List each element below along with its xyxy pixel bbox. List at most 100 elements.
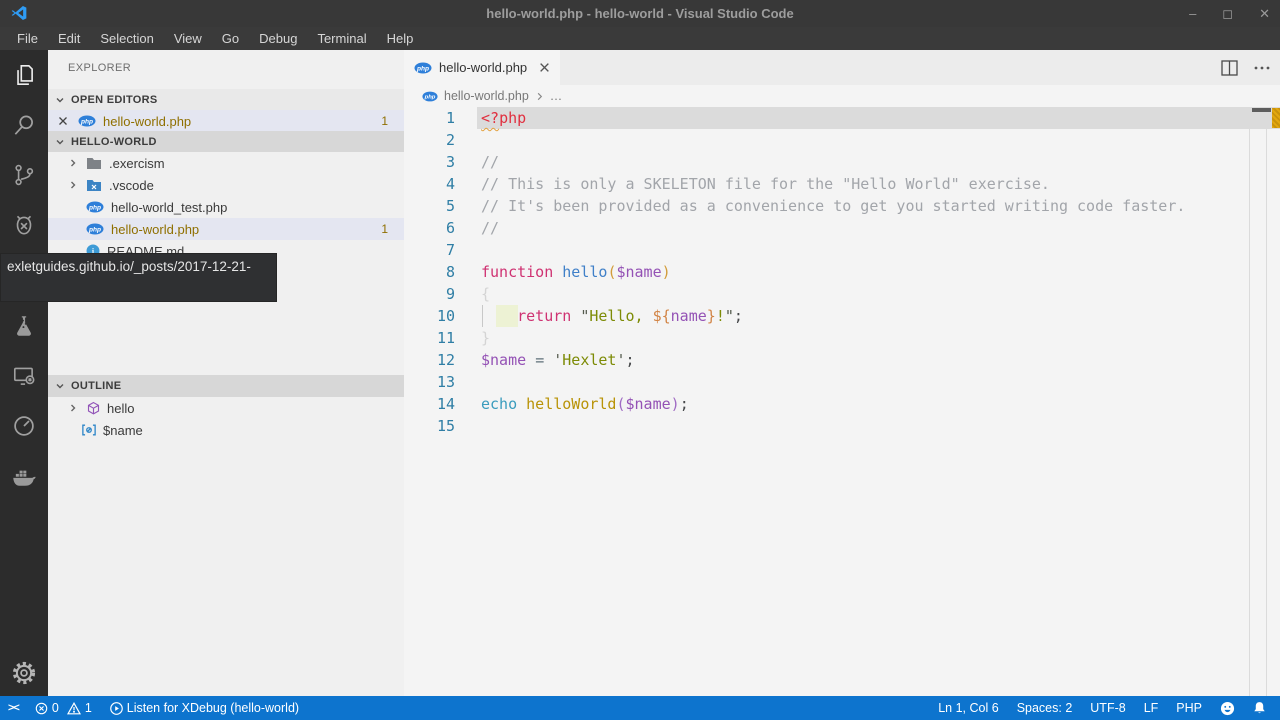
line-number: 9 (404, 283, 455, 305)
open-editor-item[interactable]: php hello-world.php 1 (48, 110, 404, 132)
vscode-window: hello-world.php - hello-world - Visual S… (0, 0, 1280, 720)
line-number: 11 (404, 327, 455, 349)
php-file-icon: php (422, 91, 438, 102)
split-editor-icon[interactable] (1221, 60, 1238, 76)
breadcrumb-file[interactable]: hello-world.php (444, 89, 529, 103)
menu-help[interactable]: Help (377, 27, 424, 50)
code-line[interactable]: 11} (404, 327, 1280, 349)
tab-bar: php hello-world.php (404, 50, 1280, 85)
path-tooltip: exletguides.github.io/_posts/2017-12-21- (0, 253, 277, 302)
code-line[interactable]: 9{ (404, 283, 1280, 305)
search-icon[interactable] (0, 101, 48, 149)
close-icon[interactable] (58, 116, 68, 126)
overview-cursor-marker (1252, 108, 1271, 112)
notifications-bell-icon[interactable] (1253, 701, 1266, 715)
menu-debug[interactable]: Debug (249, 27, 307, 50)
feedback-smiley-icon[interactable] (1220, 701, 1235, 716)
explorer-sidebar: EXPLORER OPEN EDITORS php hello-world.ph… (48, 50, 404, 696)
outline-item-name-var[interactable]: $name (48, 419, 404, 441)
code-line[interactable]: 15 (404, 415, 1280, 437)
code-line[interactable]: 12$name = 'Hexlet'; (404, 349, 1280, 371)
tree-item-vscode[interactable]: .vscode (48, 174, 404, 196)
breadcrumb[interactable]: php hello-world.php … (404, 85, 1280, 107)
code-line[interactable]: 8function hello($name) (404, 261, 1280, 283)
explorer-icon[interactable] (0, 51, 48, 99)
remote-indicator-icon[interactable]: >< (8, 702, 19, 714)
line-number: 6 (404, 217, 455, 239)
overview-warning-marker (1272, 108, 1280, 128)
code-line[interactable]: 2 (404, 129, 1280, 151)
tree-item-label: hello-world.php (111, 222, 199, 237)
code-line[interactable]: 4// This is only a SKELETON file for the… (404, 173, 1280, 195)
menu-terminal[interactable]: Terminal (307, 27, 376, 50)
code-text: // (481, 151, 499, 173)
problems-warnings[interactable]: 1 (67, 701, 92, 715)
dial-icon[interactable] (0, 402, 48, 450)
code-line[interactable]: 7 (404, 239, 1280, 261)
menu-selection[interactable]: Selection (90, 27, 163, 50)
tree-item-exercism[interactable]: .exercism (48, 152, 404, 174)
folder-section-header[interactable]: HELLO-WORLD (48, 131, 404, 152)
outline-item-hello[interactable]: hello (48, 397, 404, 419)
remote-explorer-icon[interactable] (0, 352, 48, 400)
activity-bar (0, 50, 48, 696)
tree-item-hello-world-php[interactable]: php hello-world.php 1 (48, 218, 404, 240)
menu-view[interactable]: View (164, 27, 212, 50)
menu-edit[interactable]: Edit (48, 27, 90, 50)
line-number: 5 (404, 195, 455, 217)
encoding[interactable]: UTF-8 (1090, 701, 1125, 715)
tree-item-test-php[interactable]: php hello-world_test.php (48, 196, 404, 218)
debug-icon[interactable] (0, 201, 48, 249)
menu-file[interactable]: File (7, 27, 48, 50)
tab-hello-world-php[interactable]: php hello-world.php (404, 50, 560, 85)
code-text: <?php (481, 107, 526, 129)
window-title: hello-world.php - hello-world - Visual S… (486, 6, 793, 21)
line-number: 14 (404, 393, 455, 415)
indentation[interactable]: Spaces: 2 (1017, 701, 1073, 715)
open-editors-header[interactable]: OPEN EDITORS (48, 89, 404, 110)
line-number: 2 (404, 129, 455, 151)
vertical-ruler (1249, 107, 1250, 696)
chevron-down-icon (55, 95, 65, 105)
language-mode[interactable]: PHP (1176, 701, 1202, 715)
docker-icon[interactable] (0, 452, 48, 500)
minimize-button[interactable]: – (1189, 7, 1196, 20)
menu-go[interactable]: Go (212, 27, 249, 50)
close-button[interactable]: ✕ (1259, 7, 1270, 20)
vertical-ruler (1266, 107, 1267, 696)
php-file-icon: php (78, 115, 96, 127)
code-line[interactable]: 3 // (404, 151, 1280, 173)
folder-icon (86, 157, 102, 170)
line-number: 13 (404, 371, 455, 393)
cursor-position[interactable]: Ln 1, Col 6 (938, 701, 998, 715)
svg-text:php: php (416, 65, 429, 72)
source-control-icon[interactable] (0, 151, 48, 199)
code-line[interactable]: 10 return "Hello, ${name}!"; (404, 305, 1280, 327)
settings-gear-icon[interactable] (0, 649, 48, 697)
php-file-icon: php (86, 201, 104, 213)
svg-text:php: php (88, 226, 101, 233)
chevron-right-icon (68, 403, 78, 413)
tab-label: hello-world.php (439, 60, 527, 75)
current-line-highlight (477, 107, 1280, 129)
sidebar-title: EXPLORER (68, 62, 131, 74)
status-bar: >< 0 1 Listen for XDebug (hello-world) L… (0, 696, 1280, 720)
test-explorer-icon[interactable] (0, 302, 48, 350)
code-line[interactable]: 6// (404, 217, 1280, 239)
outline-header[interactable]: OUTLINE (48, 375, 404, 397)
line-number: 3 (404, 151, 455, 173)
maximize-button[interactable]: ◻ (1222, 7, 1233, 20)
code-line[interactable]: 14echo helloWorld($name); (404, 393, 1280, 415)
problems-errors[interactable]: 0 (35, 701, 59, 715)
code-line[interactable]: 5// It's been provided as a convenience … (404, 195, 1280, 217)
close-icon[interactable] (539, 62, 550, 73)
menu-bar: File Edit Selection View Go Debug Termin… (0, 27, 1280, 50)
breadcrumb-ellipsis[interactable]: … (550, 89, 563, 103)
xdebug-listener[interactable]: Listen for XDebug (hello-world) (110, 701, 299, 715)
line-number: 8 (404, 261, 455, 283)
chevron-right-icon (535, 92, 544, 101)
code-line[interactable]: 13 (404, 371, 1280, 393)
eol-sequence[interactable]: LF (1144, 701, 1159, 715)
code-line[interactable]: 1<?php (404, 107, 1280, 129)
more-actions-icon[interactable] (1254, 66, 1270, 70)
